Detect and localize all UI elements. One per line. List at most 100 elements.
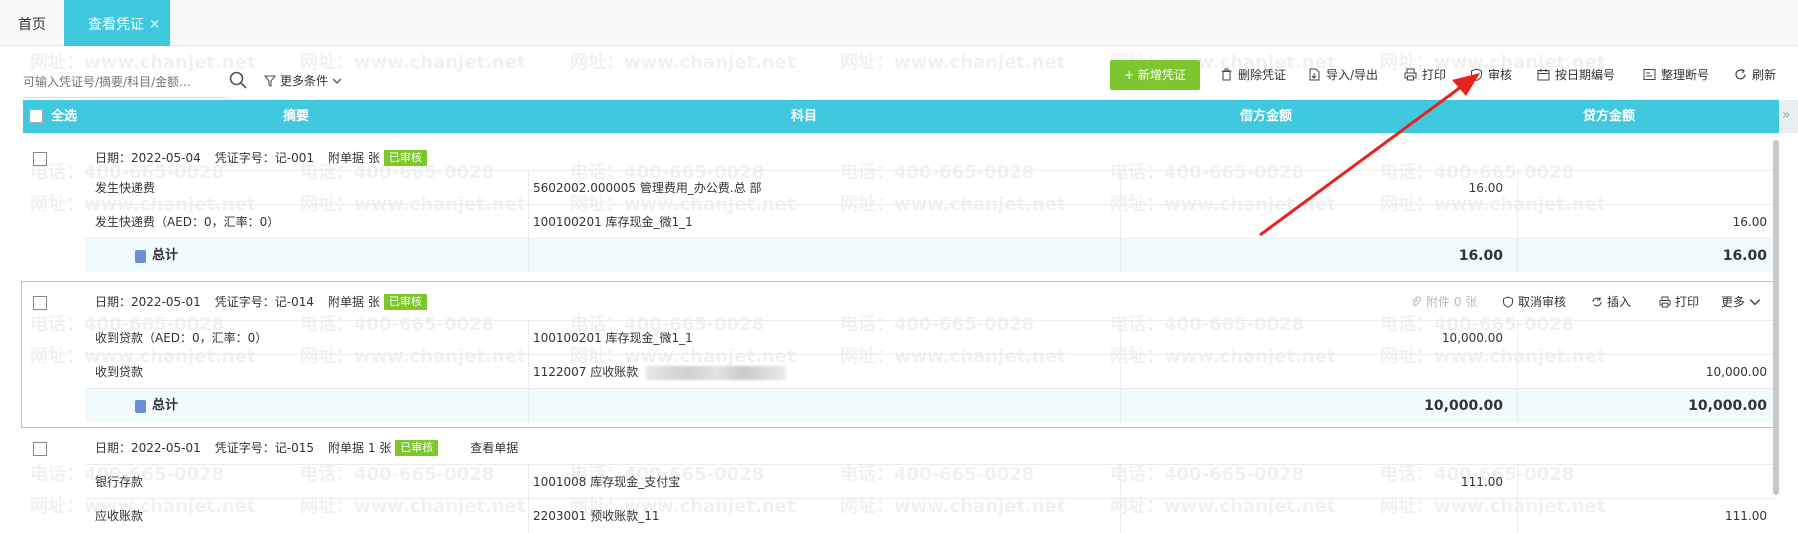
row-summary: 收到贷款（AED：0，汇率：0） (95, 331, 268, 345)
number-by-date-label: 按日期编号 (1555, 68, 1616, 82)
total-debit: 10,000.00 (1424, 398, 1503, 414)
delete-voucher-button[interactable]: 删除凭证 (1220, 66, 1286, 83)
row-account: 2203001 预收账款_11 (533, 509, 660, 523)
renumber-icon (1643, 69, 1656, 80)
search-box (23, 68, 228, 98)
import-export-icon (1309, 68, 1320, 81)
row-credit (1515, 465, 1767, 499)
column-debit: 借方金额 (1240, 109, 1293, 124)
voucher-card: 日期：2022-05-01 凭证字号：记-015 附单据 1 张 已审核 查看单… (23, 430, 1775, 533)
select-all-label[interactable]: 全选 (51, 100, 77, 133)
audit-label: 审核 (1488, 68, 1513, 82)
column-account: 科目 (791, 109, 818, 124)
watermark-site: 网址：www.chanjet.net (570, 52, 796, 73)
row-debit (985, 499, 1503, 533)
search-input[interactable] (23, 68, 193, 96)
select-all-checkbox[interactable] (29, 109, 43, 123)
print-button[interactable]: 打印 (1404, 66, 1446, 83)
table-header: 全选 摘要 科目 借方金额 贷方金额 (23, 100, 1779, 133)
table-row[interactable]: 收到贷款 1122007 应收账款 10,000.00 (85, 354, 1775, 389)
total-debit: 16.00 (1458, 248, 1503, 264)
voucher-print-button[interactable]: 打印 (1659, 284, 1699, 320)
status-badge: 已审核 (383, 150, 427, 166)
new-voucher-button[interactable]: + 新增凭证 (1110, 60, 1200, 90)
table-row[interactable]: 发生快递费（AED：0，汇率：0） 100100201 库存现金_微1_1 16… (85, 204, 1775, 239)
refresh-icon (1735, 69, 1746, 80)
table-row[interactable]: 发生快递费 5602002.000005 管理费用_办公费.总 部 16.00 (85, 170, 1775, 205)
insert-button[interactable]: 插入 (1591, 284, 1631, 320)
scrollbar-thumb[interactable] (1773, 140, 1779, 495)
row-credit: 16.00 (1732, 215, 1767, 229)
voucher-checkbox[interactable] (33, 152, 47, 166)
voucher-checkbox[interactable] (33, 296, 47, 310)
close-icon[interactable]: × (149, 0, 160, 50)
tab-view-voucher[interactable]: 查看凭证 × (64, 0, 170, 46)
row-account: 5602002.000005 管理费用_办公费.总 部 (533, 181, 762, 195)
chevron-down-icon (1749, 299, 1761, 306)
import-export-label: 导入/导出 (1326, 68, 1379, 82)
more-actions-button[interactable]: 更多 (1721, 284, 1761, 320)
status-badge: 已审核 (395, 440, 439, 456)
more-filters-button[interactable]: 更多条件 (264, 72, 342, 89)
row-credit: 10,000.00 (1705, 365, 1767, 379)
shield-icon (1503, 296, 1513, 308)
cancel-audit-button[interactable]: 取消审核 (1502, 284, 1566, 320)
redacted-text (646, 365, 787, 380)
voucher-card: 日期：2022-05-04 凭证字号：记-001 附单据 张 已审核 发生快递费… (23, 140, 1775, 280)
table-row[interactable]: 应收账款 2203001 预收账款_11 111.00 (85, 498, 1775, 533)
row-summary: 收到贷款 (95, 365, 144, 379)
total-label: 总计 (135, 389, 178, 423)
status-badge: 已审核 (383, 294, 427, 310)
paperclip-icon (1412, 296, 1422, 306)
row-account: 100100201 库存现金_微1_1 (533, 331, 693, 345)
total-row: 总计 10,000.00 10,000.00 (85, 388, 1775, 423)
calendar-icon (1537, 69, 1550, 81)
search-icon[interactable] (228, 70, 248, 90)
import-export-button[interactable]: 导入/导出 (1308, 66, 1378, 83)
total-credit: 16.00 (1722, 248, 1767, 264)
row-credit: 111.00 (1725, 509, 1767, 523)
table-row[interactable]: 银行存款 1001008 库存现金_支付宝 111.00 (85, 464, 1775, 499)
more-filters-label: 更多条件 (280, 74, 329, 88)
voucher-attachments: 附单据 张 (328, 295, 380, 309)
tab-bar: 首页 查看凭证 × (0, 0, 1798, 46)
voucher-number: 凭证字号：记-014 (214, 295, 314, 309)
row-account: 1001008 库存现金_支付宝 (533, 475, 681, 489)
voucher-checkbox[interactable] (33, 442, 47, 456)
row-debit: 10,000.00 (1441, 331, 1503, 345)
delete-voucher-label: 删除凭证 (1238, 68, 1287, 82)
printer-icon (1659, 296, 1671, 308)
total-label: 总计 (135, 239, 178, 273)
row-summary: 发生快递费（AED：0，汇率：0） (95, 215, 280, 229)
filter-icon (264, 74, 276, 87)
watermark-site: 网址：www.chanjet.net (300, 52, 526, 73)
row-summary: 发生快递费 (95, 181, 156, 195)
shield-icon (1471, 68, 1482, 81)
attachment-button[interactable]: 附件 0 张 (1410, 284, 1477, 320)
renumber-button[interactable]: 整理断号 (1643, 66, 1709, 83)
view-documents-link[interactable]: 查看单据 (470, 430, 518, 466)
row-debit: 16.00 (1468, 181, 1503, 195)
print-label: 打印 (1422, 68, 1447, 82)
row-debit (985, 205, 1503, 239)
refresh-button[interactable]: 刷新 (1734, 66, 1776, 83)
row-summary: 应收账款 (95, 509, 144, 523)
tab-label: 查看凭证 (88, 17, 144, 33)
total-row: 总计 16.00 16.00 (85, 238, 1775, 273)
trash-icon (1221, 68, 1232, 81)
row-summary: 银行存款 (95, 475, 144, 489)
chevron-down-icon (332, 78, 342, 84)
voucher-header: 日期：2022-05-01 凭证字号：记-015 附单据 1 张 已审核 查看单… (23, 430, 1775, 466)
column-summary: 摘要 (283, 109, 310, 124)
watermark-site: 网址：www.chanjet.net (840, 52, 1066, 73)
table-row[interactable]: 收到贷款（AED：0，汇率：0） 100100201 库存现金_微1_1 10,… (85, 320, 1775, 355)
renumber-label: 整理断号 (1661, 68, 1710, 82)
audit-button[interactable]: 审核 (1470, 66, 1512, 83)
tab-home[interactable]: 首页 (0, 0, 64, 46)
document-icon (135, 249, 146, 263)
column-credit: 贷方金额 (1583, 109, 1636, 124)
number-by-date-button[interactable]: 按日期编号 (1537, 66, 1615, 83)
row-debit (985, 355, 1503, 389)
expand-columns-handle[interactable]: » (1779, 100, 1798, 133)
voucher-date: 日期：2022-05-01 (95, 295, 201, 309)
